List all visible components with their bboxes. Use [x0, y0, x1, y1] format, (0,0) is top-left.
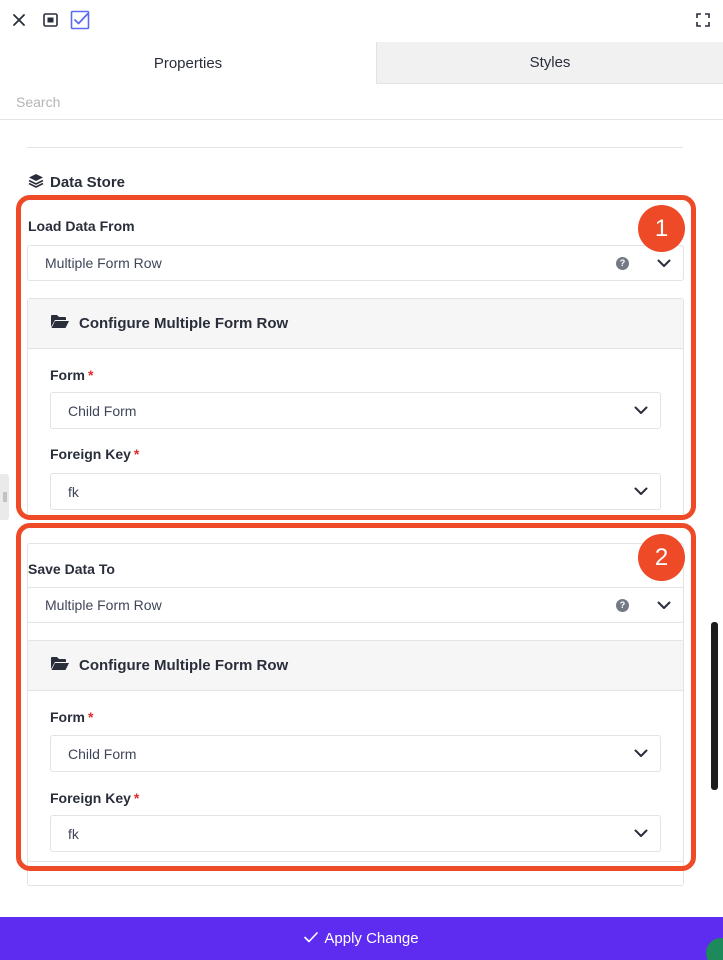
resize-handle[interactable]: [0, 474, 9, 520]
form-label-text: Form: [50, 709, 85, 725]
config-panel-title: Configure Multiple Form Row: [79, 315, 289, 332]
search-input[interactable]: [0, 85, 723, 120]
form-label: Form *: [50, 367, 93, 383]
required-marker: *: [133, 446, 140, 462]
foreign-key-select[interactable]: fk: [50, 815, 661, 852]
panel-toolbar: [0, 0, 723, 42]
load-data-from-select[interactable]: Multiple Form Row ?: [27, 245, 684, 281]
chevron-down-icon: [657, 599, 671, 611]
annotation-badge-2: 2: [638, 534, 685, 581]
divider: [27, 147, 683, 148]
chevron-down-icon: [634, 748, 648, 760]
load-data-from-value: Multiple Form Row: [45, 255, 162, 271]
annotation-badge-1: 1: [638, 205, 685, 252]
form-select[interactable]: Child Form: [50, 735, 661, 772]
foreign-key-label: Foreign Key *: [50, 790, 139, 806]
scrollbar-thumb[interactable]: [711, 622, 718, 790]
section-title-data-store: Data Store: [28, 172, 125, 192]
apply-change-label: Apply Change: [324, 930, 419, 947]
chevron-down-icon: [634, 405, 648, 417]
checkbox-icon[interactable]: [70, 10, 90, 30]
load-data-from-label: Load Data From: [28, 218, 135, 234]
help-icon[interactable]: ?: [616, 598, 629, 612]
embed-icon[interactable]: [40, 10, 60, 30]
folder-open-icon: [50, 656, 70, 675]
form-label: Form *: [50, 709, 93, 725]
foreign-key-label-text: Foreign Key: [50, 790, 131, 806]
foreign-key-select[interactable]: fk: [50, 473, 661, 510]
save-data-to-value: Multiple Form Row: [45, 597, 162, 613]
chevron-down-icon: [634, 486, 648, 498]
layers-icon: [28, 173, 44, 192]
foreign-key-value: fk: [68, 825, 79, 842]
foreign-key-label: Foreign Key *: [50, 446, 139, 462]
chevron-down-icon: [634, 828, 648, 840]
save-data-to-select[interactable]: Multiple Form Row ?: [27, 587, 684, 623]
tab-styles[interactable]: Styles: [376, 42, 723, 84]
tab-properties[interactable]: Properties: [0, 42, 376, 84]
apply-change-button[interactable]: Apply Change: [0, 917, 723, 960]
form-select-value: Child Form: [68, 402, 137, 419]
config-panel-header[interactable]: Configure Multiple Form Row: [28, 641, 683, 691]
help-icon[interactable]: ?: [616, 256, 629, 270]
form-select[interactable]: Child Form: [50, 392, 661, 429]
tab-bar: Properties Styles: [0, 42, 723, 84]
required-marker: *: [133, 790, 140, 806]
config-panel-header[interactable]: Configure Multiple Form Row: [28, 299, 683, 349]
check-icon: [304, 930, 319, 947]
required-marker: *: [88, 367, 94, 383]
required-marker: *: [88, 709, 94, 725]
close-icon[interactable]: [9, 10, 29, 30]
form-label-text: Form: [50, 367, 85, 383]
fullscreen-icon[interactable]: [693, 10, 713, 30]
config-panel-title: Configure Multiple Form Row: [79, 657, 289, 674]
section-title-label: Data Store: [50, 173, 126, 191]
foreign-key-label-text: Foreign Key: [50, 446, 131, 462]
foreign-key-value: fk: [68, 483, 79, 500]
form-select-value: Child Form: [68, 745, 137, 762]
save-data-to-label: Save Data To: [28, 561, 115, 577]
folder-open-icon: [50, 314, 70, 333]
chevron-down-icon: [657, 257, 671, 269]
